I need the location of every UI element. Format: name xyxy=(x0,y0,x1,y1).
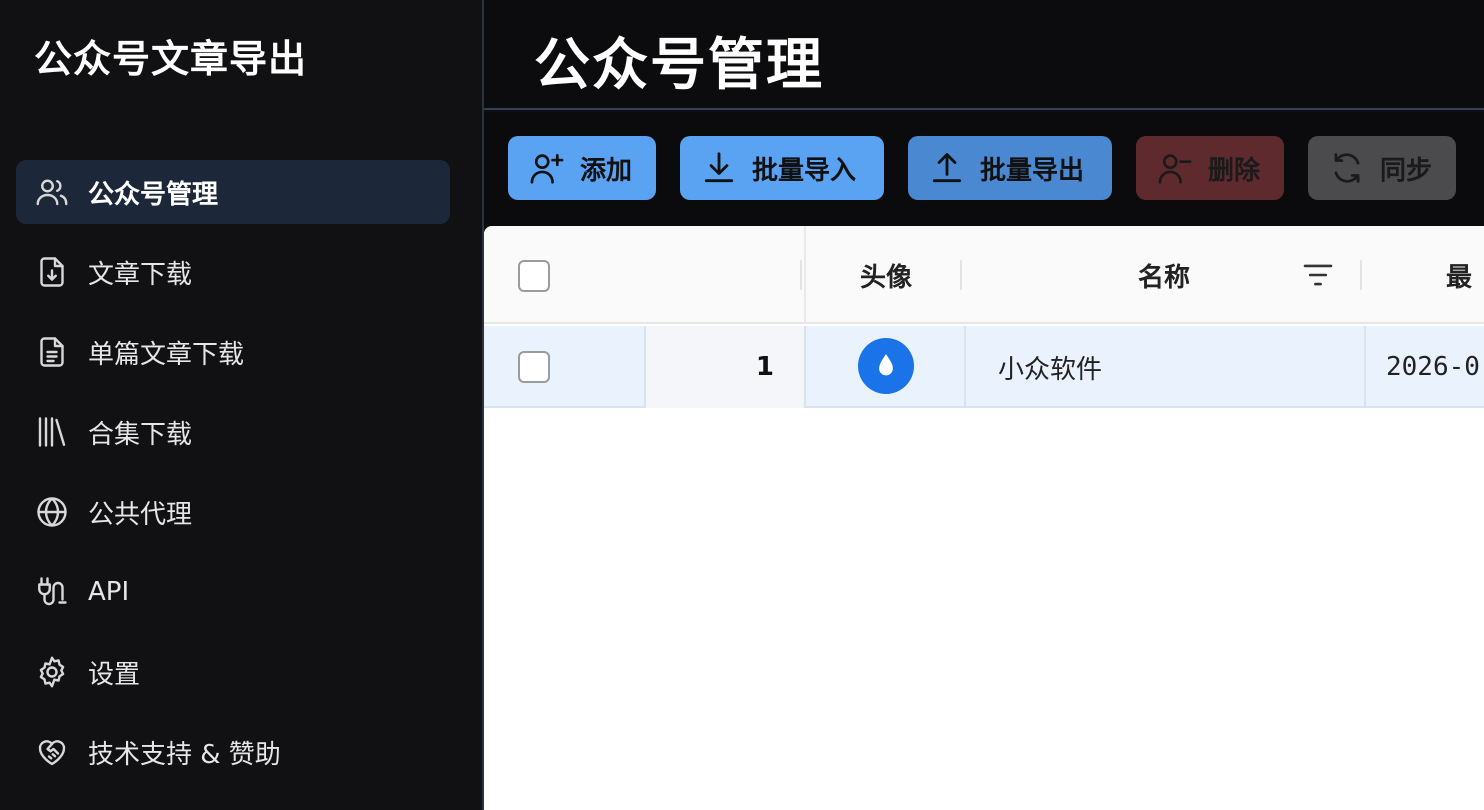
sidebar-item-support[interactable]: 技术支持 & 赞助 xyxy=(16,720,450,784)
file-download-icon xyxy=(34,254,70,290)
column-header-latest[interactable]: 最 xyxy=(1446,226,1484,324)
sidebar-item-label: 合集下载 xyxy=(88,419,193,450)
page-header: 公众号管理 xyxy=(484,0,1484,110)
column-separator xyxy=(1360,260,1362,290)
column-separator xyxy=(960,260,962,290)
batch-export-label: 批量导出 xyxy=(980,155,1085,186)
add-button[interactable]: 添加 xyxy=(508,136,656,200)
sidebar-item-single-article[interactable]: 单篇文章下载 xyxy=(16,320,450,384)
table-row[interactable]: 1 小众软件 2026-0 xyxy=(484,326,1484,408)
globe-icon xyxy=(34,494,70,530)
sidebar-item-settings[interactable]: 设置 xyxy=(16,640,450,704)
sidebar-item-label: 技术支持 & 赞助 xyxy=(88,739,281,770)
batch-export-button[interactable]: 批量导出 xyxy=(908,136,1112,200)
sidebar-item-proxy[interactable]: 公共代理 xyxy=(16,480,450,544)
sidebar-item-label: 文章下载 xyxy=(88,259,193,290)
sidebar-item-api[interactable]: API xyxy=(16,560,450,624)
latest-date: 2026-0 xyxy=(1386,352,1480,382)
toolbar: 添加 批量导入 批量导出 删除 同步 xyxy=(484,112,1484,226)
sidebar-item-label: 单篇文章下载 xyxy=(88,339,245,370)
library-icon xyxy=(34,414,70,450)
file-text-icon xyxy=(34,334,70,370)
download-icon xyxy=(700,149,738,187)
sync-icon xyxy=(1328,149,1366,187)
users-icon xyxy=(34,174,70,210)
account-name: 小众软件 xyxy=(998,354,1103,385)
add-button-label: 添加 xyxy=(580,155,633,186)
main-content: 公众号管理 添加 批量导入 批量导出 删除 同步 头像 名称 最 1 小众软件 … xyxy=(484,0,1484,810)
column-separator xyxy=(800,260,802,290)
sidebar-item-collection[interactable]: 合集下载 xyxy=(16,400,450,464)
delete-button[interactable]: 删除 xyxy=(1136,136,1284,200)
plug-icon xyxy=(34,574,70,610)
sidebar-item-label: API xyxy=(88,577,130,607)
column-header-avatar[interactable]: 头像 xyxy=(806,226,966,324)
batch-import-button[interactable]: 批量导入 xyxy=(680,136,884,200)
batch-import-label: 批量导入 xyxy=(752,155,857,186)
cell-divider xyxy=(1364,326,1366,408)
sync-button-label: 同步 xyxy=(1380,155,1433,186)
sidebar-item-label: 设置 xyxy=(88,659,141,690)
delete-button-label: 删除 xyxy=(1208,155,1261,186)
water-drop-icon xyxy=(879,354,893,376)
cell-divider xyxy=(804,326,806,408)
app-title: 公众号文章导出 xyxy=(34,37,308,81)
sidebar-item-label: 公共代理 xyxy=(88,499,193,530)
cell-divider xyxy=(964,326,966,408)
sidebar: 公众号文章导出 公众号管理 文章下载 单篇文章下载 合集下载 公共代理 API … xyxy=(0,0,482,810)
sync-button[interactable]: 同步 xyxy=(1308,136,1456,200)
avatar xyxy=(858,338,914,394)
sidebar-item-label: 公众号管理 xyxy=(88,179,219,210)
sidebar-item-accounts[interactable]: 公众号管理 xyxy=(16,160,450,224)
sidebar-nav: 公众号管理 文章下载 单篇文章下载 合集下载 公共代理 API 设置 技术支持 … xyxy=(16,160,450,800)
filter-icon[interactable] xyxy=(1302,262,1334,288)
page-title: 公众号管理 xyxy=(534,33,824,98)
sidebar-item-article-download[interactable]: 文章下载 xyxy=(16,240,450,304)
gear-icon xyxy=(34,654,70,690)
select-all-checkbox[interactable] xyxy=(518,260,550,292)
heart-handshake-icon xyxy=(34,734,70,770)
accounts-table: 头像 名称 最 1 小众软件 2026-0 xyxy=(484,226,1484,810)
table-header: 头像 名称 最 xyxy=(484,226,1484,324)
row-index: 1 xyxy=(646,326,804,408)
user-minus-icon xyxy=(1156,149,1194,187)
user-plus-icon xyxy=(528,149,566,187)
row-checkbox[interactable] xyxy=(518,351,550,383)
upload-icon xyxy=(928,149,966,187)
